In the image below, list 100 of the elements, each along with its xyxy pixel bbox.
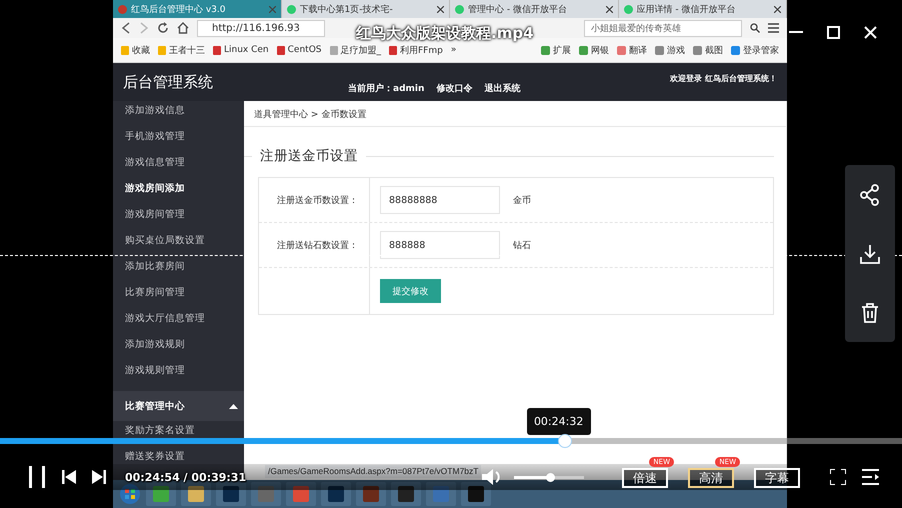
bookmark-link[interactable]: 收藏	[132, 44, 150, 56]
time-tooltip: 00:24:32	[526, 408, 591, 435]
player-button[interactable]: 倍速	[622, 468, 668, 488]
toolbar-link[interactable]: 翻译	[629, 44, 647, 56]
download-icon[interactable]	[860, 244, 880, 264]
sidebar-item[interactable]: 购买桌位局数设置	[113, 234, 244, 248]
tab-icon	[118, 4, 127, 14]
app-icon	[391, 482, 421, 506]
back-icon[interactable]	[121, 22, 131, 34]
home-icon[interactable]	[177, 22, 189, 34]
close-icon	[606, 6, 612, 12]
current-user: 当前用户：admin	[348, 82, 424, 94]
bookmark-link[interactable]: 利用FFmp	[400, 44, 443, 56]
toolbar-icon	[693, 46, 702, 54]
toolbar-link[interactable]: 游戏	[667, 44, 685, 56]
welcome-text: 欢迎登录 红鸟后台管理系统！	[670, 72, 777, 84]
toolbar-link[interactable]: 截图	[705, 44, 723, 56]
sidebar-item[interactable]: 添加比赛房间	[113, 260, 244, 274]
playlist-icon[interactable]	[862, 469, 880, 485]
maximize-icon[interactable]	[827, 26, 840, 38]
tab-title: 红鸟后台管理中心 v3.0	[131, 4, 226, 16]
toolbar-link[interactable]: 登录管家	[743, 44, 779, 56]
status-url: /Games/GameRoomsAdd.aspx?m=087Pt7e/vOTM7bzT	[265, 465, 482, 478]
unit-label: 钻石	[513, 240, 531, 252]
sidebar-item[interactable]: 游戏房间管理	[113, 208, 244, 222]
input-field[interactable]: 888888	[380, 231, 500, 259]
field-label: 注册送金币数设置：	[277, 194, 358, 206]
app-icon	[146, 482, 176, 506]
input-field[interactable]: 88888888	[380, 186, 500, 214]
app-icon	[321, 482, 351, 506]
toolbar-icon	[541, 46, 550, 54]
bookmark-link[interactable]: »	[450, 45, 456, 55]
sidebar-item[interactable]: 游戏大厅信息管理	[113, 312, 244, 326]
toolbar-link[interactable]: 网银	[591, 44, 609, 56]
tab-title: 管理中心 - 微信开放平台	[468, 4, 568, 16]
trash-icon[interactable]	[861, 302, 879, 323]
sidebar-group[interactable]: 比赛管理中心	[113, 391, 244, 421]
tab-icon	[286, 4, 296, 14]
search-icon[interactable]	[750, 23, 760, 33]
app-icon	[356, 482, 386, 506]
browser-tab[interactable]: 管理中心 - 微信开放平台	[450, 0, 618, 18]
sidebar-item[interactable]: 赠送奖券设置	[113, 450, 244, 464]
tab-title: 下载中心第1页-技术宅-	[300, 4, 394, 16]
next-icon[interactable]	[92, 470, 106, 484]
browser-tab[interactable]: 红鸟后台管理中心 v3.0	[113, 0, 282, 18]
bookmark-link[interactable]: 足疗加盟_	[340, 44, 381, 56]
bookmark-link[interactable]: CentOS	[288, 45, 322, 55]
toolbar-icon	[617, 46, 626, 54]
tab-icon	[455, 4, 464, 14]
browser-tab[interactable]: 应用详情 - 微信开放平台	[618, 0, 787, 18]
sidebar-item[interactable]: 添加游戏规则	[113, 338, 244, 352]
app-icon	[286, 482, 316, 506]
sidebar-item[interactable]: 游戏信息管理	[113, 156, 244, 170]
sidebar-item[interactable]: 奖励方案名设置	[113, 424, 244, 438]
player-button[interactable]: 高清	[688, 468, 734, 488]
player-button[interactable]: 字幕	[754, 468, 800, 488]
bookmark-icon	[158, 46, 166, 54]
bookmark-link[interactable]: Linux Cen	[224, 45, 269, 55]
sidebar-item[interactable]: 游戏规则管理	[113, 364, 244, 378]
reload-icon[interactable]	[157, 22, 169, 34]
share-icon[interactable]	[859, 184, 881, 206]
browser-tab[interactable]: 下载中心第1页-技术宅-	[282, 0, 450, 18]
unit-label: 金币	[513, 194, 531, 206]
close-icon	[437, 6, 444, 12]
fullscreen-icon[interactable]	[830, 469, 846, 485]
menu-icon[interactable]	[768, 23, 779, 33]
volume-icon[interactable]	[482, 468, 502, 486]
bookmark-icon	[121, 46, 129, 54]
pause-icon[interactable]	[28, 466, 46, 488]
toolbar-icon	[579, 46, 588, 54]
tab-title: 应用详情 - 微信开放平台	[636, 4, 736, 16]
section-title: 注册送金币设置	[260, 147, 358, 165]
search-field[interactable]: 小姐姐最爱的传奇英雄	[584, 20, 742, 36]
app-icon	[251, 482, 281, 506]
header-link[interactable]: 退出系统	[484, 82, 520, 94]
previous-icon[interactable]	[62, 470, 76, 484]
sidebar-item[interactable]: 手机游戏管理	[113, 130, 244, 144]
bookmark-icon	[276, 46, 285, 54]
breadcrumb: 道具管理中心 > 金币数设置	[244, 101, 786, 127]
sidebar-item[interactable]: 添加游戏信息	[113, 104, 244, 118]
toolbar-icon	[655, 46, 664, 54]
toolbar-link[interactable]: 扩展	[553, 44, 571, 56]
bookmark-icon	[213, 46, 221, 54]
sidebar-item[interactable]: 比赛房间管理	[113, 286, 244, 300]
header-link[interactable]: 修改口令	[436, 82, 472, 94]
app-icon	[461, 482, 491, 506]
close-icon[interactable]	[864, 26, 877, 38]
caret-up-icon	[229, 404, 238, 408]
sidebar-item[interactable]: 游戏房间添加	[113, 182, 244, 196]
address-field[interactable]: http://116.196.93	[197, 20, 325, 36]
app-icon	[426, 482, 456, 506]
toolbar-icon	[731, 46, 740, 54]
app-icon	[181, 482, 211, 506]
bookmark-icon	[389, 46, 397, 54]
app-title: 后台管理系统	[123, 72, 214, 92]
bookmark-icon	[330, 46, 338, 54]
field-label: 注册送钻石数设置：	[277, 240, 358, 252]
bookmark-link[interactable]: 王者十三	[169, 44, 205, 56]
orb-icon	[119, 483, 141, 505]
close-icon	[774, 6, 781, 12]
